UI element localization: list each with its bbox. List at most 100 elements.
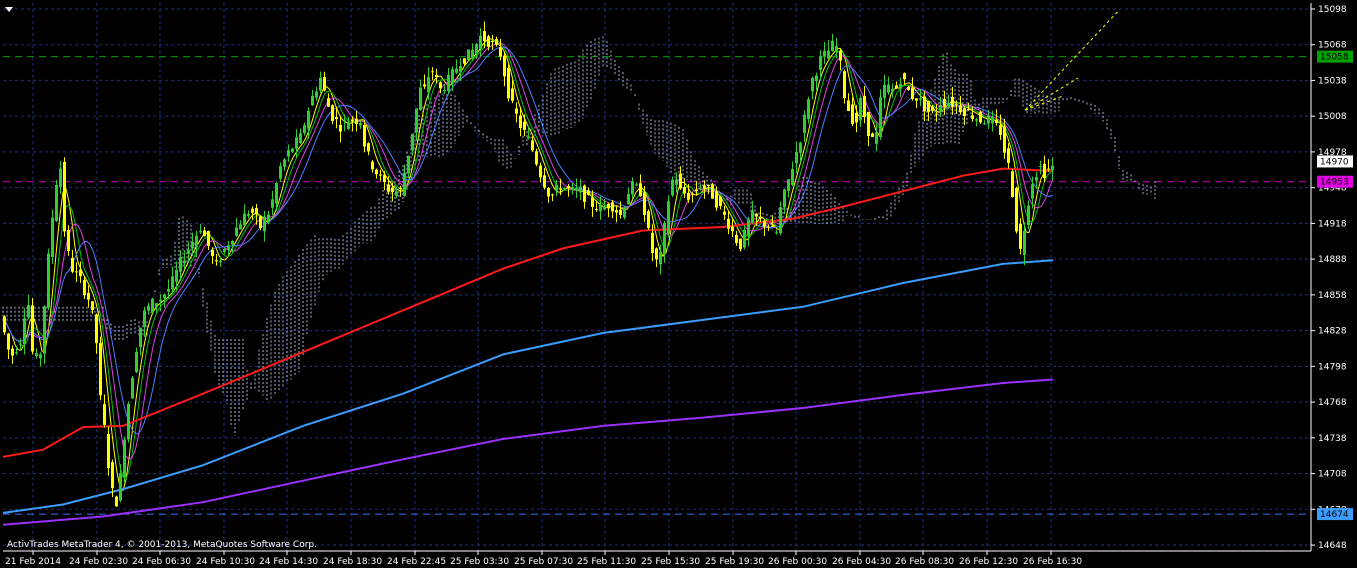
candle-bear: [375, 169, 378, 175]
candle-bull: [443, 90, 446, 92]
candle-bear: [363, 125, 366, 147]
candle-bear: [683, 186, 686, 194]
candle-bull: [623, 207, 626, 218]
candle-bear: [687, 192, 690, 200]
candle-bear: [679, 173, 682, 189]
candle-bear: [399, 187, 402, 189]
time-tick-label: 26 Feb 16:30: [1023, 557, 1082, 567]
time-tick-label: 26 Feb 04:30: [832, 557, 891, 567]
time-tick-label: 25 Feb 03:30: [450, 557, 509, 567]
candle-bull: [163, 294, 166, 299]
candle-bull: [267, 214, 270, 223]
candle-bear: [559, 188, 562, 190]
candle-bull: [315, 91, 318, 98]
candle-bull: [35, 353, 38, 356]
candle-bear: [1047, 168, 1050, 170]
candle-bull: [459, 65, 462, 72]
candle-bear: [851, 104, 854, 124]
candle-bull: [635, 184, 638, 186]
candle-bull: [187, 249, 190, 254]
candle-bull: [155, 303, 158, 307]
candle-bear: [767, 226, 770, 228]
candle-bear: [11, 348, 14, 356]
candle-bear: [535, 151, 538, 165]
candle-bull: [359, 122, 362, 126]
candle-bull: [195, 235, 198, 247]
price-tag-label: 14953: [1320, 178, 1349, 188]
price-tick-label: 14738: [1318, 434, 1347, 444]
candle-bear: [847, 100, 850, 111]
candle-bear: [763, 220, 766, 227]
candle-bear: [511, 88, 514, 101]
candle-bear: [531, 140, 534, 151]
candle-bull: [475, 43, 478, 54]
candle-bull: [127, 403, 130, 440]
candle-bull: [563, 187, 566, 189]
candle-bear: [959, 105, 962, 113]
candle-bull: [167, 288, 170, 292]
candle-bear: [251, 208, 254, 213]
candle-bull: [663, 223, 666, 255]
candle-bear: [863, 96, 866, 118]
candle-bear: [207, 231, 210, 246]
candle-bull: [775, 232, 778, 234]
candle-bear: [839, 50, 842, 61]
candle-bull: [659, 251, 662, 265]
candle-bear: [107, 433, 110, 469]
candle-bear: [115, 496, 118, 507]
price-tick-label: 14888: [1318, 255, 1347, 265]
candle-bull: [271, 199, 274, 208]
candle-bull: [831, 40, 834, 52]
candle-bear: [731, 226, 734, 232]
candle-bear: [759, 216, 762, 219]
candle-bear: [999, 125, 1002, 135]
candle-bull: [1027, 205, 1030, 225]
candle-bear: [71, 257, 74, 272]
candle-bull: [43, 306, 46, 354]
price-tick-label: 15038: [1318, 76, 1347, 86]
candle-bull: [311, 95, 314, 106]
candle-bear: [1019, 223, 1022, 249]
candle-bull: [51, 217, 54, 258]
candle-bull: [263, 217, 266, 232]
candle-bear: [647, 211, 650, 228]
time-tick-label: 26 Feb 00:30: [768, 557, 827, 567]
candle-bear: [3, 316, 6, 333]
time-tick-label: 25 Feb 11:30: [577, 557, 636, 567]
candle-bull: [899, 83, 902, 89]
candle-bear: [843, 71, 846, 99]
candle-bull: [875, 132, 878, 144]
candle-bear: [79, 269, 82, 277]
candle-bear: [935, 113, 938, 115]
time-tick-label: 24 Feb 22:45: [387, 557, 446, 567]
time-tick-label: 26 Feb 08:30: [895, 557, 954, 567]
candle-bull: [1031, 184, 1034, 199]
candle-bear: [203, 230, 206, 237]
candle-bear: [867, 112, 870, 137]
candle-bear: [735, 234, 738, 244]
candle-bear: [387, 184, 390, 192]
candle-bull: [471, 49, 474, 59]
price-tick-label: 15068: [1318, 41, 1347, 51]
candle-bull: [779, 207, 782, 234]
candle-bull: [223, 248, 226, 253]
candle-bear: [483, 31, 486, 42]
candle-bear: [335, 116, 338, 119]
candle-bull: [795, 152, 798, 164]
price-tick-label: 14648: [1318, 541, 1347, 551]
candle-bear: [439, 82, 442, 89]
candle-bull: [991, 116, 994, 124]
candle-bear: [615, 210, 618, 213]
candle-bear: [523, 121, 526, 130]
candle-bear: [1011, 171, 1014, 198]
candle-bear: [727, 218, 730, 229]
candle-bear: [715, 191, 718, 208]
candle-bull: [59, 168, 62, 188]
candle-bull: [575, 188, 578, 191]
candle-bear: [63, 161, 66, 232]
candle-bear: [339, 124, 342, 132]
candle-bull: [939, 105, 942, 110]
candle-bull: [1023, 230, 1026, 256]
candle-bull: [603, 206, 606, 210]
candle-bear: [619, 209, 622, 215]
